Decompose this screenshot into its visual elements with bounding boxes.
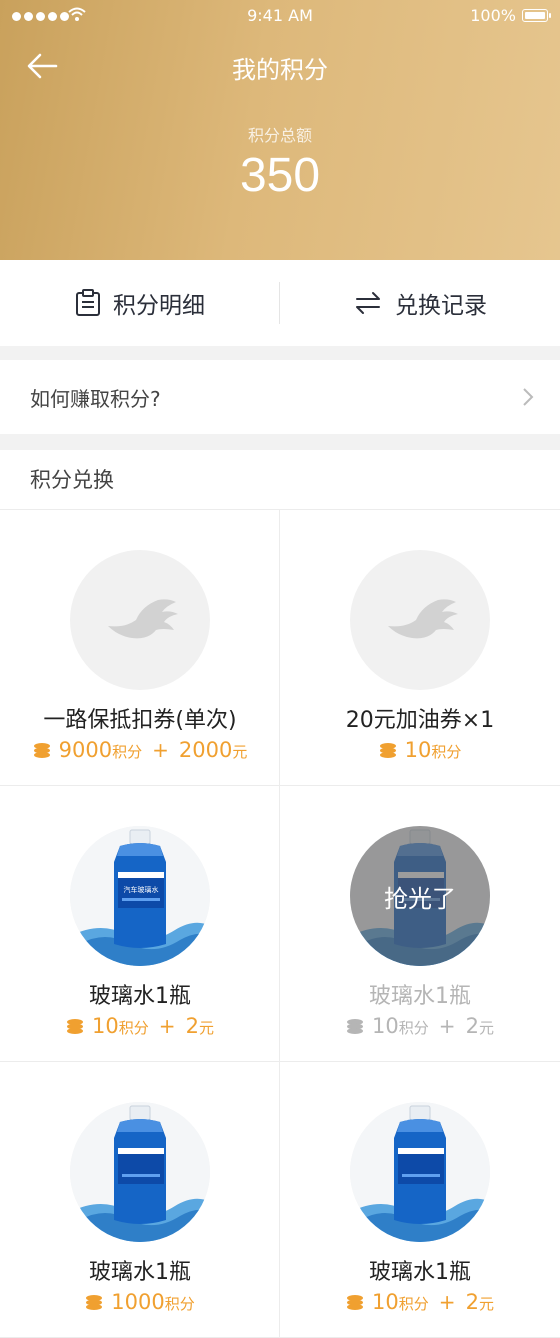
- product-card[interactable]: 汽车玻璃水 玻璃水1瓶 10积分 + 2元: [0, 786, 280, 1062]
- tab-bar: 积分明细 兑换记录: [0, 260, 560, 346]
- product-grid: 一路保抵扣券(单次) 9000积分 + 2000元 20元加油券×1 10积分: [0, 510, 560, 1338]
- sold-out-overlay: 抢光了: [350, 826, 490, 966]
- cash-unit: 元: [478, 1295, 494, 1313]
- product-name: 玻璃水1瓶: [369, 1260, 471, 1285]
- cash-unit: 元: [478, 1019, 494, 1037]
- header: 9:41 AM 100% 我的积分 积分总额 350: [0, 0, 560, 260]
- tab-label: 兑换记录: [395, 293, 487, 319]
- coin-stack-icon: [33, 743, 50, 758]
- points-unit: 积分: [164, 1295, 195, 1313]
- clipboard-icon: [76, 289, 100, 316]
- plus-sign: +: [438, 1290, 456, 1314]
- product-image: [350, 550, 490, 690]
- plus-sign: +: [158, 1014, 176, 1038]
- points-value: 10: [404, 738, 432, 762]
- product-image: [70, 1102, 210, 1242]
- cash-value: 2: [465, 1014, 479, 1038]
- plus-sign: +: [152, 738, 169, 762]
- coin-stack-icon: [379, 743, 396, 758]
- product-name: 20元加油券×1: [345, 708, 495, 733]
- product-name: 玻璃水1瓶: [89, 1260, 191, 1285]
- cash-unit: 元: [198, 1019, 214, 1037]
- product-price: 9000积分 + 2000元: [0, 738, 280, 762]
- points-value: 10: [92, 1014, 119, 1038]
- product-price: 1000积分: [0, 1290, 280, 1314]
- tab-exchange-history[interactable]: 兑换记录: [280, 260, 560, 346]
- how-to-earn-row[interactable]: 如何赚取积分?: [0, 360, 560, 434]
- points-unit: 积分: [398, 1295, 429, 1313]
- cash-unit: 元: [232, 743, 248, 761]
- product-image: 汽车玻璃水: [70, 826, 210, 966]
- battery-percent: 100%: [470, 6, 516, 25]
- chevron-right-icon: [523, 388, 534, 406]
- plus-sign: +: [438, 1014, 456, 1038]
- points-value: 10: [372, 1014, 399, 1038]
- points-unit: 积分: [398, 1019, 429, 1037]
- product-price: 10积分 + 2元: [0, 1014, 280, 1038]
- coin-stack-icon: [347, 1019, 364, 1034]
- product-card[interactable]: 20元加油券×1 10积分: [280, 510, 560, 786]
- points-unit: 积分: [431, 743, 462, 761]
- washer-fluid-bottle-image: 汽车玻璃水: [70, 826, 210, 966]
- points-value: 9000: [58, 738, 113, 762]
- product-name: 一路保抵扣券(单次): [43, 708, 237, 733]
- points-value: 1000: [111, 1290, 165, 1314]
- points-unit: 积分: [112, 743, 143, 761]
- product-card[interactable]: 玻璃水1瓶 10积分 + 2元: [280, 1062, 560, 1338]
- exchange-section-title: 积分兑换: [0, 450, 560, 510]
- points-total-label: 积分总额: [247, 126, 312, 145]
- product-price: 10积分: [280, 738, 560, 762]
- how-to-earn-label: 如何赚取积分?: [30, 386, 161, 411]
- product-price: 10积分 + 2元: [280, 1290, 560, 1314]
- product-image: [70, 550, 210, 690]
- washer-fluid-bottle-image: [350, 1102, 490, 1242]
- coin-stack-icon: [347, 1295, 364, 1310]
- placeholder-bird-icon: [108, 599, 178, 639]
- product-card-sold-out[interactable]: 抢光了 玻璃水1瓶 10积分 + 2元: [280, 786, 560, 1062]
- status-bar: 9:41 AM 100%: [0, 0, 560, 32]
- swap-arrows-icon: [356, 292, 380, 314]
- coin-stack-icon: [67, 1019, 84, 1034]
- tab-points-detail[interactable]: 积分明细: [0, 260, 280, 346]
- product-name: 玻璃水1瓶: [369, 984, 471, 1009]
- coin-stack-icon: [86, 1295, 103, 1310]
- points-unit: 积分: [118, 1019, 149, 1037]
- bottle-label: 汽车玻璃水: [124, 885, 159, 894]
- points-total-value: 350: [239, 149, 321, 202]
- cash-value: 2000: [178, 738, 233, 762]
- placeholder-bird-icon: [388, 599, 458, 639]
- tab-divider: [279, 282, 280, 324]
- product-image: 抢光了: [350, 826, 490, 966]
- product-name: 玻璃水1瓶: [89, 984, 191, 1009]
- points-value: 10: [372, 1290, 399, 1314]
- product-card[interactable]: 一路保抵扣券(单次) 9000积分 + 2000元: [0, 510, 280, 786]
- tab-label: 积分明细: [113, 293, 205, 319]
- page-title: 我的积分: [232, 56, 328, 84]
- battery-icon: [522, 9, 551, 22]
- product-price: 10积分 + 2元: [280, 1014, 560, 1038]
- cash-value: 2: [465, 1290, 479, 1314]
- cash-value: 2: [185, 1014, 199, 1038]
- washer-fluid-bottle-image: [70, 1102, 210, 1242]
- product-image: [350, 1102, 490, 1242]
- product-card[interactable]: 玻璃水1瓶 1000积分: [0, 1062, 280, 1338]
